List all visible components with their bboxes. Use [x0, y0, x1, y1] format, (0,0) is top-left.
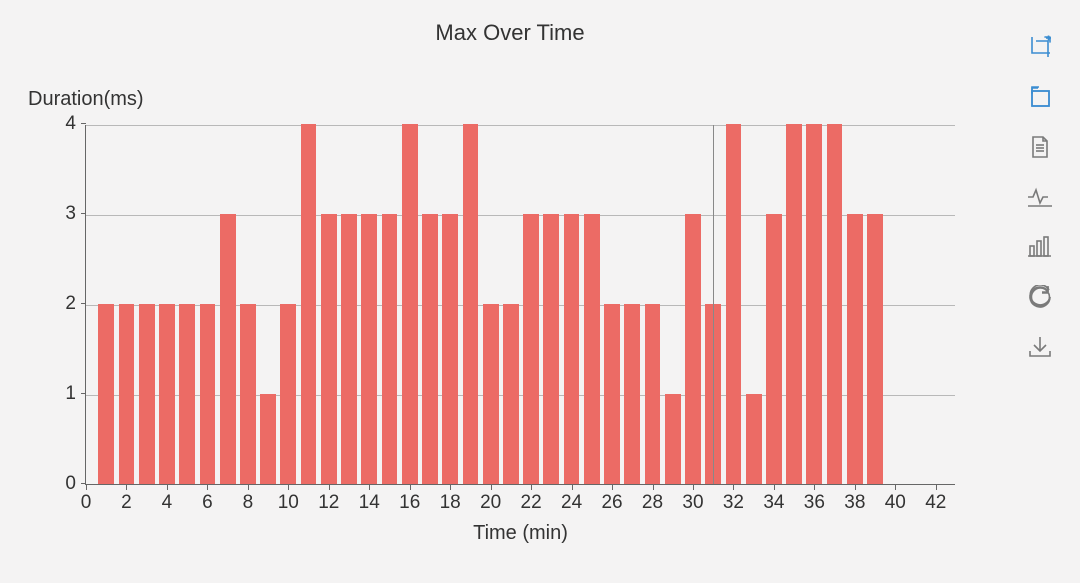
bar[interactable]: [584, 214, 600, 484]
x-tick-mark: [531, 485, 532, 490]
bar[interactable]: [301, 124, 317, 484]
gridline: [86, 125, 955, 126]
x-tick-mark: [936, 485, 937, 490]
x-tick-mark: [167, 485, 168, 490]
chart-title: Max Over Time: [0, 20, 1020, 46]
bar[interactable]: [543, 214, 559, 484]
bar-chart-button[interactable]: [1028, 235, 1052, 259]
bar[interactable]: [220, 214, 236, 484]
x-tick-mark: [855, 485, 856, 490]
bar[interactable]: [463, 124, 479, 484]
bar[interactable]: [806, 124, 822, 484]
bar[interactable]: [867, 214, 883, 484]
x-tick-mark: [207, 485, 208, 490]
bar[interactable]: [280, 304, 296, 484]
x-tick-mark: [733, 485, 734, 490]
x-tick-mark: [126, 485, 127, 490]
x-axis-label: Time (min): [473, 522, 568, 545]
bar[interactable]: [382, 214, 398, 484]
bar[interactable]: [200, 304, 216, 484]
bar[interactable]: [604, 304, 620, 484]
crop-icon: [1028, 35, 1052, 59]
reset-zoom-button[interactable]: [1028, 85, 1052, 109]
bar[interactable]: [786, 124, 802, 484]
bar[interactable]: [483, 304, 499, 484]
x-tick-mark: [572, 485, 573, 490]
bar[interactable]: [564, 214, 580, 484]
document-icon: [1029, 135, 1051, 159]
bar[interactable]: [260, 394, 276, 484]
gridline: [86, 395, 955, 396]
download-icon: [1028, 336, 1052, 358]
bar[interactable]: [179, 304, 195, 484]
x-tick-mark: [491, 485, 492, 490]
download-button[interactable]: [1028, 335, 1052, 359]
chart-area: Max Over Time Duration(ms) Time (min) 01…: [0, 0, 1020, 583]
x-tick-mark: [653, 485, 654, 490]
x-tick-mark: [248, 485, 249, 490]
bar[interactable]: [139, 304, 155, 484]
bar[interactable]: [361, 214, 377, 484]
x-tick-mark: [329, 485, 330, 490]
x-tick-mark: [814, 485, 815, 490]
y-tick-label: 1: [65, 383, 86, 405]
x-tick-mark: [612, 485, 613, 490]
bar[interactable]: [847, 214, 863, 484]
bar[interactable]: [240, 304, 256, 484]
bar[interactable]: [341, 214, 357, 484]
bar[interactable]: [159, 304, 175, 484]
y-axis-label: Duration(ms): [28, 88, 144, 111]
y-tick-label: 4: [65, 113, 86, 135]
refresh-button[interactable]: [1028, 285, 1052, 309]
bar[interactable]: [442, 214, 458, 484]
chart-plot[interactable]: Time (min) 01234024681012141618202224262…: [85, 125, 955, 485]
bar[interactable]: [827, 124, 843, 484]
x-tick-mark: [895, 485, 896, 490]
document-button[interactable]: [1028, 135, 1052, 159]
y-tick-mark: [81, 123, 86, 124]
refresh-icon: [1028, 285, 1052, 309]
y-tick-label: 3: [65, 203, 86, 225]
bar[interactable]: [422, 214, 438, 484]
gridline: [86, 305, 955, 306]
x-tick-mark: [288, 485, 289, 490]
bar[interactable]: [402, 124, 418, 484]
y-tick-mark: [81, 213, 86, 214]
bar[interactable]: [685, 214, 701, 484]
x-tick-mark: [86, 485, 87, 490]
bar[interactable]: [503, 304, 519, 484]
bar[interactable]: [119, 304, 135, 484]
bar[interactable]: [645, 304, 661, 484]
bar-chart-icon: [1028, 236, 1052, 258]
x-tick-mark: [693, 485, 694, 490]
chart-toolbar: [1020, 0, 1080, 583]
x-tick-mark: [369, 485, 370, 490]
y-tick-mark: [81, 393, 86, 394]
bar[interactable]: [98, 304, 114, 484]
bar[interactable]: [726, 124, 742, 484]
bar[interactable]: [766, 214, 782, 484]
x-tick-mark: [774, 485, 775, 490]
reset-zoom-icon: [1028, 85, 1052, 109]
x-tick-mark: [410, 485, 411, 490]
bar[interactable]: [321, 214, 337, 484]
activity-button[interactable]: [1028, 185, 1052, 209]
cursor-line: [713, 125, 714, 484]
crop-button[interactable]: [1028, 35, 1052, 59]
activity-icon: [1027, 186, 1053, 208]
y-tick-mark: [81, 303, 86, 304]
x-tick-mark: [450, 485, 451, 490]
bar[interactable]: [523, 214, 539, 484]
bar[interactable]: [746, 394, 762, 484]
bar[interactable]: [665, 394, 681, 484]
gridline: [86, 215, 955, 216]
y-tick-label: 2: [65, 293, 86, 315]
bar[interactable]: [624, 304, 640, 484]
